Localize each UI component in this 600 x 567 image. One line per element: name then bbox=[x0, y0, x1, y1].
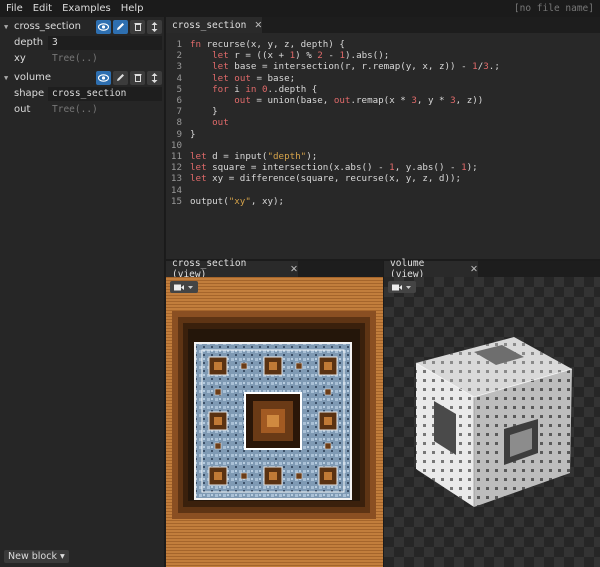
collapse-triangle-icon[interactable]: ▼ bbox=[4, 74, 14, 82]
editor-tab-bar: cross_section ✕ bbox=[166, 17, 600, 33]
block-header-cross-section[interactable]: ▼ cross_section bbox=[4, 19, 162, 34]
field-xy: xy Tree(..) bbox=[14, 51, 162, 66]
block-name: cross_section bbox=[14, 21, 81, 32]
field-out: out Tree(..) bbox=[14, 102, 162, 117]
edit-pencil-icon[interactable] bbox=[113, 19, 128, 34]
line-number: 14 bbox=[170, 184, 182, 196]
line-number: 1 bbox=[176, 39, 182, 50]
trash-icon[interactable] bbox=[130, 19, 145, 34]
viewport-2d[interactable] bbox=[166, 277, 383, 567]
line-number: 5 bbox=[176, 83, 182, 95]
reorder-arrows-icon[interactable] bbox=[147, 70, 162, 85]
code-text: let r = ((x + 1) % 2 - 1).abs(); bbox=[212, 50, 390, 62]
code-line: 15 output("xy", xy); bbox=[166, 196, 284, 207]
tab-cross-section-view[interactable]: cross_section (view) ✕ bbox=[166, 258, 298, 280]
field-label: shape bbox=[14, 88, 45, 99]
code-text: let base = intersection(r, r.remap(y, x,… bbox=[212, 61, 500, 73]
close-icon[interactable]: ✕ bbox=[470, 264, 478, 275]
code-line: 3 let base = intersection(r, r.remap(y, … bbox=[166, 61, 500, 73]
code-line: 1 fn recurse(x, y, z, depth) { bbox=[166, 39, 345, 50]
field-label: xy bbox=[14, 53, 26, 64]
collapse-triangle-icon[interactable]: ▼ bbox=[4, 23, 14, 31]
code-text: fn recurse(x, y, z, depth) { bbox=[190, 39, 345, 50]
line-number: 13 bbox=[170, 173, 182, 185]
menu-bar: File Edit Examples Help [no file name] bbox=[0, 0, 600, 17]
code-line: 4 let out = base; bbox=[166, 73, 295, 84]
viewport-tab-bar-left: cross_section (view) ✕ bbox=[166, 258, 383, 280]
camera-menu-button[interactable] bbox=[388, 281, 416, 293]
block-name: volume bbox=[14, 72, 52, 83]
code-line: 6 out = union(base, out.remap(x * 3, y *… bbox=[166, 95, 483, 106]
code-text: out = union(base, out.remap(x * 3, y * 3… bbox=[234, 95, 484, 106]
code-text: } bbox=[190, 128, 196, 140]
code-line: 12 let square = intersection(x.abs() - 1,… bbox=[166, 162, 478, 173]
code-text: let xy = difference(square, recurse(x, y… bbox=[190, 173, 462, 185]
viewport-tab-bar-right: volume (view) ✕ bbox=[384, 258, 600, 280]
code-line: 2 let r = ((x + 1) % 2 - 1).abs(); bbox=[166, 50, 389, 61]
line-number: 12 bbox=[170, 162, 182, 174]
menu-file[interactable]: File bbox=[0, 3, 27, 14]
code-line: 5 for i in 0..depth { bbox=[166, 84, 317, 95]
line-number: 7 bbox=[176, 106, 182, 118]
close-icon[interactable]: ✕ bbox=[290, 264, 298, 275]
code-text: let out = base; bbox=[212, 72, 296, 84]
eye-icon[interactable] bbox=[96, 19, 111, 34]
viewport-3d[interactable] bbox=[384, 277, 600, 567]
line-number: 9 bbox=[176, 128, 182, 140]
xy-output-value: Tree(..) bbox=[52, 52, 98, 64]
cross-section-image bbox=[166, 277, 383, 567]
code-line: 14 bbox=[166, 185, 190, 196]
block-header-volume[interactable]: ▼ volume bbox=[4, 70, 162, 85]
field-shape: shape cross_section bbox=[14, 86, 162, 101]
line-number: 15 bbox=[170, 195, 182, 207]
tab-label: cross_section bbox=[172, 19, 247, 31]
code-line: 8 out bbox=[166, 117, 229, 129]
code-text: out bbox=[212, 117, 229, 129]
trash-icon[interactable] bbox=[130, 70, 145, 85]
menu-edit[interactable]: Edit bbox=[27, 3, 56, 14]
code-line: 10 bbox=[166, 140, 190, 151]
new-block-button[interactable]: New block ▾ bbox=[4, 550, 69, 563]
code-line: 13 let xy = difference(square, recurse(x,… bbox=[166, 173, 461, 184]
menu-help[interactable]: Help bbox=[115, 3, 148, 14]
field-label: out bbox=[14, 104, 31, 115]
shape-input[interactable]: cross_section bbox=[48, 86, 162, 101]
out-output-value: Tree(..) bbox=[52, 103, 98, 115]
code-text: let d = input("depth"); bbox=[190, 151, 318, 162]
edit-pencil-icon[interactable] bbox=[113, 70, 128, 85]
menu-examples[interactable]: Examples bbox=[56, 3, 115, 14]
code-text: output("xy", xy); bbox=[190, 195, 285, 207]
camera-menu-button[interactable] bbox=[170, 281, 198, 293]
menger-cube-render bbox=[384, 277, 600, 567]
tab-volume-view[interactable]: volume (view) ✕ bbox=[384, 258, 478, 280]
eye-icon[interactable] bbox=[96, 70, 111, 85]
code-editor[interactable]: 1 fn recurse(x, y, z, depth) {2 let r = (… bbox=[166, 33, 600, 259]
tab-cross-section[interactable]: cross_section ✕ bbox=[166, 17, 262, 33]
line-number: 8 bbox=[176, 117, 182, 129]
reorder-arrows-icon[interactable] bbox=[147, 19, 162, 34]
code-line: 7 } bbox=[166, 106, 218, 118]
block-panel: ▼ cross_section depth 3 xy Tree(..) ▼ vo… bbox=[0, 17, 165, 567]
code-text: for i in 0..depth { bbox=[212, 83, 318, 95]
code-line: 9} bbox=[166, 128, 196, 140]
line-number: 6 bbox=[176, 95, 182, 106]
line-number: 2 bbox=[176, 50, 182, 62]
depth-input[interactable]: 3 bbox=[48, 35, 162, 50]
file-name: [no file name] bbox=[513, 3, 594, 14]
line-number: 11 bbox=[170, 151, 182, 162]
line-number: 10 bbox=[170, 139, 182, 151]
line-number: 3 bbox=[176, 61, 182, 73]
field-label: depth bbox=[14, 37, 44, 48]
line-number: 4 bbox=[176, 72, 182, 84]
code-text: } bbox=[190, 106, 218, 118]
close-icon[interactable]: ✕ bbox=[254, 20, 262, 31]
code-line: 11 let d = input("depth"); bbox=[166, 151, 317, 162]
field-depth: depth 3 bbox=[14, 35, 162, 50]
code-text: let square = intersection(x.abs() - 1, y… bbox=[190, 162, 478, 174]
